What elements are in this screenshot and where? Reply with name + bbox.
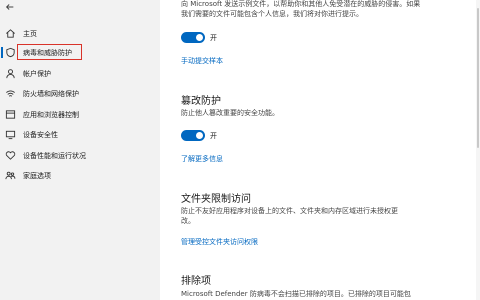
sample-submission-description: 向 Microsoft 发送示例文件，以帮助你和其他人免受潜在的威胁的侵害。如果… [181, 0, 446, 19]
sidebar-item-device-security[interactable]: 设备安全性 [0, 125, 160, 144]
controlled-folder-title: 文件夹限制访问 [181, 194, 251, 205]
sample-desc-line-1: 向 Microsoft 发送示例文件，以帮助你和其他人免受潜在的威胁的侵害。如果 [181, 0, 421, 8]
submit-sample-link[interactable]: 手动提交样本 [181, 56, 223, 66]
sample-desc-line-2: 我们需要的文件可能包含个人信息，我们将对你进行提示。 [181, 10, 363, 18]
sidebar: 主页 病毒和威胁防护 帐户保护 防火墙和网络保护 应用和浏览器控制 设备安全性 [0, 0, 160, 300]
active-indicator [1, 47, 3, 58]
app-window-icon [4, 108, 16, 120]
sidebar-item-home[interactable]: 主页 [0, 24, 160, 43]
sidebar-item-device-performance[interactable]: 设备性能和运行状况 [0, 146, 160, 165]
sidebar-item-app-browser[interactable]: 应用和浏览器控制 [0, 105, 160, 124]
sample-submission-toggle[interactable] [181, 32, 205, 43]
learn-more-link[interactable]: 了解更多信息 [181, 154, 223, 164]
sidebar-item-label: 设备安全性 [23, 130, 58, 139]
wifi-icon [4, 87, 16, 99]
sidebar-item-label: 帐户保护 [23, 69, 51, 78]
folder-desc-line-2: 改。 [181, 217, 195, 225]
exclusions-title: 排除项 [181, 276, 211, 287]
family-icon [4, 169, 16, 181]
folder-desc-line-1: 防止不友好应用程序对设备上的文件、文件夹和内存区域进行未授权更 [181, 207, 398, 215]
back-arrow-icon[interactable] [5, 2, 19, 16]
person-icon [4, 67, 16, 79]
highlight-box [17, 44, 82, 60]
main-content: 向 Microsoft 发送示例文件，以帮助你和其他人免受潜在的威胁的侵害。如果… [160, 0, 480, 300]
sidebar-item-label: 家庭选项 [23, 171, 51, 180]
shield-icon [4, 46, 16, 58]
tamper-protection-toggle[interactable] [181, 130, 205, 141]
exclusions-description: Microsoft Defender 防病毒不会扫描已排除的项目。已排除的项目可… [181, 290, 411, 298]
heart-icon [4, 149, 16, 161]
scrollbar-thumb[interactable] [477, 8, 479, 148]
manage-controlled-folder-link[interactable]: 管理受控文件夹访问权限 [181, 237, 258, 247]
sample-toggle-label: 开 [210, 34, 217, 42]
tamper-protection-description: 防止他人篡改重要的安全功能。 [181, 109, 279, 117]
sidebar-item-firewall[interactable]: 防火墙和网络保护 [0, 84, 160, 103]
tamper-toggle-label: 开 [210, 132, 217, 140]
sidebar-item-family[interactable]: 家庭选项 [0, 166, 160, 185]
tamper-protection-title: 篡改防护 [181, 96, 221, 107]
sidebar-item-account-protection[interactable]: 帐户保护 [0, 64, 160, 83]
sidebar-item-label: 主页 [23, 29, 37, 38]
controlled-folder-description: 防止不友好应用程序对设备上的文件、文件夹和内存区域进行未授权更 改。 [181, 206, 446, 226]
sidebar-item-label: 防火墙和网络保护 [23, 89, 79, 98]
device-icon [4, 128, 16, 140]
sidebar-item-label: 设备性能和运行状况 [23, 151, 86, 160]
sidebar-item-label: 应用和浏览器控制 [23, 110, 79, 119]
home-icon [4, 27, 16, 39]
